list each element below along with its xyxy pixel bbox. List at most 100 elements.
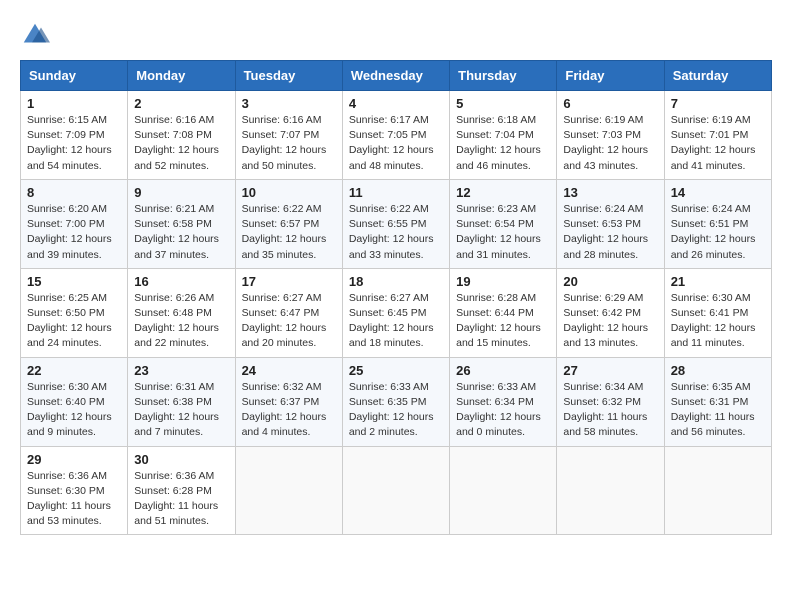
calendar-day-cell: 27 Sunrise: 6:34 AM Sunset: 6:32 PM Dayli…	[557, 357, 664, 446]
day-number: 9	[134, 185, 228, 200]
weekday-header-friday: Friday	[557, 61, 664, 91]
day-number: 30	[134, 452, 228, 467]
day-number: 8	[27, 185, 121, 200]
calendar-day-cell	[557, 446, 664, 535]
day-number: 20	[563, 274, 657, 289]
calendar-week-row: 22 Sunrise: 6:30 AM Sunset: 6:40 PM Dayli…	[21, 357, 772, 446]
day-info: Sunrise: 6:17 AM Sunset: 7:05 PM Dayligh…	[349, 113, 443, 174]
calendar-table: SundayMondayTuesdayWednesdayThursdayFrid…	[20, 60, 772, 535]
weekday-header-tuesday: Tuesday	[235, 61, 342, 91]
day-info: Sunrise: 6:33 AM Sunset: 6:34 PM Dayligh…	[456, 380, 550, 441]
calendar-day-cell: 3Sunrise: 6:16 AM Sunset: 7:07 PM Daylig…	[235, 91, 342, 180]
calendar-day-cell: 26 Sunrise: 6:33 AM Sunset: 6:34 PM Dayli…	[450, 357, 557, 446]
day-number: 28	[671, 363, 765, 378]
day-number: 26	[456, 363, 550, 378]
day-info: Sunrise: 6:31 AM Sunset: 6:38 PM Dayligh…	[134, 380, 228, 441]
weekday-header-monday: Monday	[128, 61, 235, 91]
calendar-week-row: 8 Sunrise: 6:20 AM Sunset: 7:00 PM Daylig…	[21, 179, 772, 268]
calendar-day-cell: 6 Sunrise: 6:19 AM Sunset: 7:03 PM Daylig…	[557, 91, 664, 180]
weekday-header-saturday: Saturday	[664, 61, 771, 91]
calendar-day-cell: 16 Sunrise: 6:26 AM Sunset: 6:48 PM Dayli…	[128, 268, 235, 357]
calendar-week-row: 29 Sunrise: 6:36 AM Sunset: 6:30 PM Dayli…	[21, 446, 772, 535]
day-info: Sunrise: 6:24 AM Sunset: 6:53 PM Dayligh…	[563, 202, 657, 263]
day-info: Sunrise: 6:16 AM Sunset: 7:08 PM Dayligh…	[134, 113, 228, 174]
calendar-day-cell	[342, 446, 449, 535]
calendar-day-cell: 5 Sunrise: 6:18 AM Sunset: 7:04 PM Daylig…	[450, 91, 557, 180]
day-number: 17	[242, 274, 336, 289]
day-info: Sunrise: 6:24 AM Sunset: 6:51 PM Dayligh…	[671, 202, 765, 263]
calendar-day-cell: 24Sunrise: 6:32 AM Sunset: 6:37 PM Dayli…	[235, 357, 342, 446]
logo	[20, 20, 54, 50]
day-info: Sunrise: 6:29 AM Sunset: 6:42 PM Dayligh…	[563, 291, 657, 352]
calendar-day-cell: 12Sunrise: 6:23 AM Sunset: 6:54 PM Dayli…	[450, 179, 557, 268]
day-number: 22	[27, 363, 121, 378]
calendar-day-cell: 25 Sunrise: 6:33 AM Sunset: 6:35 PM Dayli…	[342, 357, 449, 446]
day-number: 10	[242, 185, 336, 200]
day-info: Sunrise: 6:28 AM Sunset: 6:44 PM Dayligh…	[456, 291, 550, 352]
calendar-day-cell: 11 Sunrise: 6:22 AM Sunset: 6:55 PM Dayli…	[342, 179, 449, 268]
day-info: Sunrise: 6:33 AM Sunset: 6:35 PM Dayligh…	[349, 380, 443, 441]
calendar-day-cell: 14Sunrise: 6:24 AM Sunset: 6:51 PM Dayli…	[664, 179, 771, 268]
calendar-day-cell: 10 Sunrise: 6:22 AM Sunset: 6:57 PM Dayli…	[235, 179, 342, 268]
calendar-header-row: SundayMondayTuesdayWednesdayThursdayFrid…	[21, 61, 772, 91]
calendar-week-row: 1Sunrise: 6:15 AM Sunset: 7:09 PM Daylig…	[21, 91, 772, 180]
calendar-day-cell: 7 Sunrise: 6:19 AM Sunset: 7:01 PM Daylig…	[664, 91, 771, 180]
calendar-day-cell: 19 Sunrise: 6:28 AM Sunset: 6:44 PM Dayli…	[450, 268, 557, 357]
day-info: Sunrise: 6:20 AM Sunset: 7:00 PM Dayligh…	[27, 202, 121, 263]
logo-icon	[20, 20, 50, 50]
day-info: Sunrise: 6:36 AM Sunset: 6:28 PM Dayligh…	[134, 469, 228, 530]
calendar-day-cell: 29 Sunrise: 6:36 AM Sunset: 6:30 PM Dayli…	[21, 446, 128, 535]
calendar-day-cell: 15Sunrise: 6:25 AM Sunset: 6:50 PM Dayli…	[21, 268, 128, 357]
day-number: 13	[563, 185, 657, 200]
calendar-day-cell: 21 Sunrise: 6:30 AM Sunset: 6:41 PM Dayli…	[664, 268, 771, 357]
day-number: 1	[27, 96, 121, 111]
day-number: 27	[563, 363, 657, 378]
day-info: Sunrise: 6:36 AM Sunset: 6:30 PM Dayligh…	[27, 469, 121, 530]
day-info: Sunrise: 6:26 AM Sunset: 6:48 PM Dayligh…	[134, 291, 228, 352]
day-info: Sunrise: 6:22 AM Sunset: 6:55 PM Dayligh…	[349, 202, 443, 263]
calendar-day-cell: 1Sunrise: 6:15 AM Sunset: 7:09 PM Daylig…	[21, 91, 128, 180]
weekday-header-wednesday: Wednesday	[342, 61, 449, 91]
calendar-day-cell: 9 Sunrise: 6:21 AM Sunset: 6:58 PM Daylig…	[128, 179, 235, 268]
day-number: 5	[456, 96, 550, 111]
day-number: 23	[134, 363, 228, 378]
day-info: Sunrise: 6:27 AM Sunset: 6:47 PM Dayligh…	[242, 291, 336, 352]
day-number: 19	[456, 274, 550, 289]
weekday-header-thursday: Thursday	[450, 61, 557, 91]
day-info: Sunrise: 6:19 AM Sunset: 7:01 PM Dayligh…	[671, 113, 765, 174]
day-number: 6	[563, 96, 657, 111]
calendar-day-cell: 18 Sunrise: 6:27 AM Sunset: 6:45 PM Dayli…	[342, 268, 449, 357]
day-info: Sunrise: 6:32 AM Sunset: 6:37 PM Dayligh…	[242, 380, 336, 441]
day-info: Sunrise: 6:34 AM Sunset: 6:32 PM Dayligh…	[563, 380, 657, 441]
day-info: Sunrise: 6:21 AM Sunset: 6:58 PM Dayligh…	[134, 202, 228, 263]
day-number: 16	[134, 274, 228, 289]
day-number: 12	[456, 185, 550, 200]
calendar-day-cell: 4 Sunrise: 6:17 AM Sunset: 7:05 PM Daylig…	[342, 91, 449, 180]
calendar-day-cell: 20 Sunrise: 6:29 AM Sunset: 6:42 PM Dayli…	[557, 268, 664, 357]
day-number: 7	[671, 96, 765, 111]
calendar-day-cell: 8 Sunrise: 6:20 AM Sunset: 7:00 PM Daylig…	[21, 179, 128, 268]
day-info: Sunrise: 6:35 AM Sunset: 6:31 PM Dayligh…	[671, 380, 765, 441]
day-number: 18	[349, 274, 443, 289]
day-info: Sunrise: 6:18 AM Sunset: 7:04 PM Dayligh…	[456, 113, 550, 174]
calendar-day-cell	[664, 446, 771, 535]
day-number: 21	[671, 274, 765, 289]
day-info: Sunrise: 6:19 AM Sunset: 7:03 PM Dayligh…	[563, 113, 657, 174]
day-info: Sunrise: 6:30 AM Sunset: 6:41 PM Dayligh…	[671, 291, 765, 352]
day-number: 4	[349, 96, 443, 111]
day-info: Sunrise: 6:30 AM Sunset: 6:40 PM Dayligh…	[27, 380, 121, 441]
calendar-day-cell: 23 Sunrise: 6:31 AM Sunset: 6:38 PM Dayli…	[128, 357, 235, 446]
day-number: 11	[349, 185, 443, 200]
calendar-day-cell	[450, 446, 557, 535]
weekday-header-sunday: Sunday	[21, 61, 128, 91]
calendar-week-row: 15Sunrise: 6:25 AM Sunset: 6:50 PM Dayli…	[21, 268, 772, 357]
day-number: 25	[349, 363, 443, 378]
day-number: 29	[27, 452, 121, 467]
calendar-day-cell	[235, 446, 342, 535]
day-info: Sunrise: 6:25 AM Sunset: 6:50 PM Dayligh…	[27, 291, 121, 352]
day-info: Sunrise: 6:27 AM Sunset: 6:45 PM Dayligh…	[349, 291, 443, 352]
calendar-day-cell: 22 Sunrise: 6:30 AM Sunset: 6:40 PM Dayli…	[21, 357, 128, 446]
calendar-day-cell: 17 Sunrise: 6:27 AM Sunset: 6:47 PM Dayli…	[235, 268, 342, 357]
day-info: Sunrise: 6:22 AM Sunset: 6:57 PM Dayligh…	[242, 202, 336, 263]
calendar-day-cell: 28 Sunrise: 6:35 AM Sunset: 6:31 PM Dayli…	[664, 357, 771, 446]
